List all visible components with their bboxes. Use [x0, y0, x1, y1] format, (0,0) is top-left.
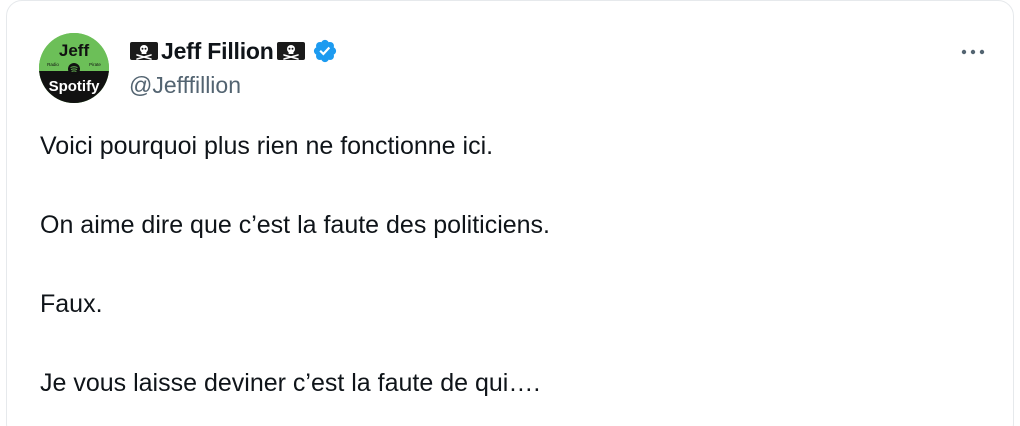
name-row[interactable]: Jeff Fillion [129, 36, 338, 66]
verified-badge-icon[interactable] [312, 38, 338, 64]
avatar-text-small-right: Pirate [89, 62, 101, 67]
tweet-text-line: Voici pourquoi plus rien ne fonctionne i… [40, 132, 494, 160]
tweet-header: Jeff Fillion @Jefffillion [129, 36, 338, 100]
tweet-text-line: On aime dire que c’est la faute des poli… [40, 211, 550, 239]
tweet-text: Voici pourquoi plus rien ne fonctionne i… [40, 129, 980, 400]
more-options-button[interactable] [955, 37, 991, 67]
tweet-text-line: Faux. [40, 290, 103, 318]
tweet-card[interactable]: Jeff Radio Pirate Spotify Jeff Fillion @… [6, 0, 1014, 426]
tweet-text-line: Je vous laisse deviner c’est la faute de… [40, 369, 541, 397]
avatar-text-small-left: Radio [47, 62, 59, 67]
more-options-icon [959, 43, 987, 61]
avatar-text-bottom: Spotify [49, 78, 100, 95]
display-name[interactable]: Jeff Fillion [161, 36, 274, 66]
avatar-text-top: Jeff [59, 41, 90, 60]
pirate-flag-icon [276, 40, 306, 62]
user-handle[interactable]: @Jefffillion [129, 70, 338, 100]
pirate-flag-icon [129, 40, 159, 62]
avatar[interactable]: Jeff Radio Pirate Spotify [39, 33, 109, 103]
